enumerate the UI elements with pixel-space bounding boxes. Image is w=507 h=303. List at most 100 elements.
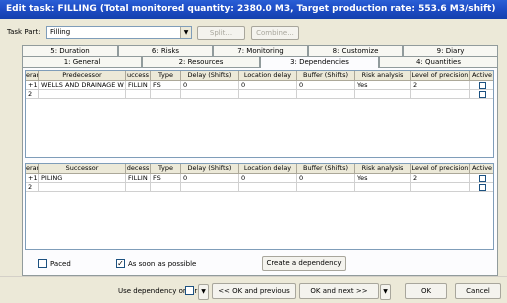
col-predecessor[interactable]: decess: [126, 164, 151, 174]
cell-successor[interactable]: [39, 183, 126, 192]
asap-label: As soon as possible: [128, 260, 197, 268]
cell-successor[interactable]: [126, 90, 151, 99]
cell-predecessor[interactable]: WELLS AND DRAINAGE W: [39, 81, 126, 90]
tab-diary[interactable]: 9: Diary: [403, 45, 498, 56]
cell-risk-analysis[interactable]: Yes: [355, 174, 411, 183]
tab-resources[interactable]: 2: Resources: [142, 56, 260, 67]
col-active[interactable]: Active: [470, 164, 493, 174]
cell-active[interactable]: [470, 90, 493, 99]
cell-active[interactable]: [470, 183, 493, 192]
table-row[interactable]: 2: [26, 90, 493, 99]
cell-successor[interactable]: PILING: [39, 174, 126, 183]
cell-successor[interactable]: FILLIN: [126, 81, 151, 90]
cell-type[interactable]: [151, 90, 181, 99]
col-risk-analysis[interactable]: Risk analysis: [355, 71, 411, 81]
col-hierarchy[interactable]: erarcl: [26, 164, 39, 174]
col-precision[interactable]: Level of precision: [411, 164, 470, 174]
cell-risk-analysis[interactable]: [355, 183, 411, 192]
cell-location-delay[interactable]: 0: [239, 174, 297, 183]
col-location-delay[interactable]: Location delay: [239, 164, 297, 174]
active-checkbox[interactable]: [479, 91, 486, 98]
col-successor[interactable]: uccess: [126, 71, 151, 81]
cell-precision[interactable]: 2: [411, 174, 470, 183]
col-type[interactable]: Type: [151, 164, 181, 174]
cell-buffer[interactable]: [297, 90, 355, 99]
task-part-value: Filling: [50, 28, 71, 36]
cell-hierarchy[interactable]: +1: [26, 174, 39, 183]
tab-customize[interactable]: 8: Customize: [308, 45, 403, 56]
create-dependency-button[interactable]: Create a dependency: [262, 256, 346, 271]
col-location-delay[interactable]: Location delay: [239, 71, 297, 81]
col-buffer[interactable]: Buffer (Shifts): [297, 71, 355, 81]
col-hierarchy[interactable]: erarcl: [26, 71, 39, 81]
cell-risk-analysis[interactable]: [355, 90, 411, 99]
paced-checkbox[interactable]: [38, 259, 47, 268]
tab-quantities[interactable]: 4: Quantities: [379, 56, 498, 67]
table-row[interactable]: +1 PILING FILLIN FS 0 0 0 Yes 2: [26, 174, 493, 183]
ok-and-previous-button[interactable]: << OK and previous: [212, 283, 296, 299]
task-part-label: Task Part:: [7, 28, 41, 36]
cell-buffer[interactable]: 0: [297, 174, 355, 183]
cell-predecessor[interactable]: FILLIN: [126, 174, 151, 183]
ok-button[interactable]: OK: [405, 283, 447, 299]
tab-general[interactable]: 1: General: [22, 56, 142, 67]
active-checkbox[interactable]: [479, 175, 486, 182]
cell-hierarchy[interactable]: 2: [26, 90, 39, 99]
col-successor[interactable]: Successor: [39, 164, 126, 174]
cell-location-delay[interactable]: 0: [239, 81, 297, 90]
window-title: Edit task: FILLING (Total monitored quan…: [0, 0, 507, 19]
combine-button[interactable]: Combine...: [251, 26, 299, 40]
col-active[interactable]: Active: [470, 71, 493, 81]
cell-buffer[interactable]: 0: [297, 81, 355, 90]
cell-location-delay[interactable]: [239, 183, 297, 192]
col-buffer[interactable]: Buffer (Shifts): [297, 164, 355, 174]
col-delay[interactable]: Delay (Shifts): [181, 71, 239, 81]
tab-duration[interactable]: 5: Duration: [22, 45, 118, 56]
asap-checkbox[interactable]: ✓: [116, 259, 125, 268]
cell-predecessor[interactable]: [126, 183, 151, 192]
cell-buffer[interactable]: [297, 183, 355, 192]
cell-type[interactable]: FS: [151, 81, 181, 90]
cancel-button[interactable]: Cancel: [455, 283, 501, 299]
cell-delay[interactable]: [181, 90, 239, 99]
col-delay[interactable]: Delay (Shifts): [181, 164, 239, 174]
table-row[interactable]: +1 WELLS AND DRAINAGE W FILLIN FS 0 0 0 …: [26, 81, 493, 90]
cell-active[interactable]: [470, 81, 493, 90]
chevron-down-icon[interactable]: ▼: [380, 284, 391, 300]
col-precision[interactable]: Level of precision: [411, 71, 470, 81]
cell-hierarchy[interactable]: 2: [26, 183, 39, 192]
col-predecessor[interactable]: Predecessor: [39, 71, 126, 81]
edit-task-dialog: Edit task: FILLING (Total monitored quan…: [0, 0, 507, 303]
cell-precision[interactable]: 2: [411, 81, 470, 90]
cell-delay[interactable]: [181, 183, 239, 192]
predecessors-grid[interactable]: erarcl Predecessor uccess Type Delay (Sh…: [25, 70, 494, 158]
col-type[interactable]: Type: [151, 71, 181, 81]
tab-row-2: 1: General 2: Resources 3: Dependencies …: [22, 56, 498, 68]
cell-precision[interactable]: [411, 90, 470, 99]
tab-risks[interactable]: 6: Risks: [118, 45, 213, 56]
cell-delay[interactable]: 0: [181, 81, 239, 90]
cell-location-delay[interactable]: [239, 90, 297, 99]
cell-delay[interactable]: 0: [181, 174, 239, 183]
col-risk-analysis[interactable]: Risk analysis: [355, 164, 411, 174]
successors-grid[interactable]: erarcl Successor decess Type Delay (Shif…: [25, 163, 494, 250]
tab-monitoring[interactable]: 7: Monitoring: [213, 45, 308, 56]
table-row[interactable]: 2: [26, 183, 493, 192]
task-part-select[interactable]: Filling ▼: [46, 26, 192, 39]
tab-dependencies[interactable]: 3: Dependencies: [260, 56, 379, 68]
cell-predecessor[interactable]: [39, 90, 126, 99]
grid-header: erarcl Successor decess Type Delay (Shif…: [26, 164, 493, 174]
cell-type[interactable]: FS: [151, 174, 181, 183]
chevron-down-icon[interactable]: ▼: [180, 27, 191, 38]
cell-precision[interactable]: [411, 183, 470, 192]
use-dependency-order-checkbox[interactable]: [185, 286, 194, 295]
active-checkbox[interactable]: [479, 82, 486, 89]
ok-and-next-button[interactable]: OK and next >>: [299, 283, 379, 299]
cell-risk-analysis[interactable]: Yes: [355, 81, 411, 90]
cell-type[interactable]: [151, 183, 181, 192]
cell-active[interactable]: [470, 174, 493, 183]
cell-hierarchy[interactable]: +1: [26, 81, 39, 90]
split-button[interactable]: Split...: [197, 26, 245, 40]
active-checkbox[interactable]: [479, 184, 486, 191]
chevron-down-icon[interactable]: ▼: [198, 284, 209, 300]
